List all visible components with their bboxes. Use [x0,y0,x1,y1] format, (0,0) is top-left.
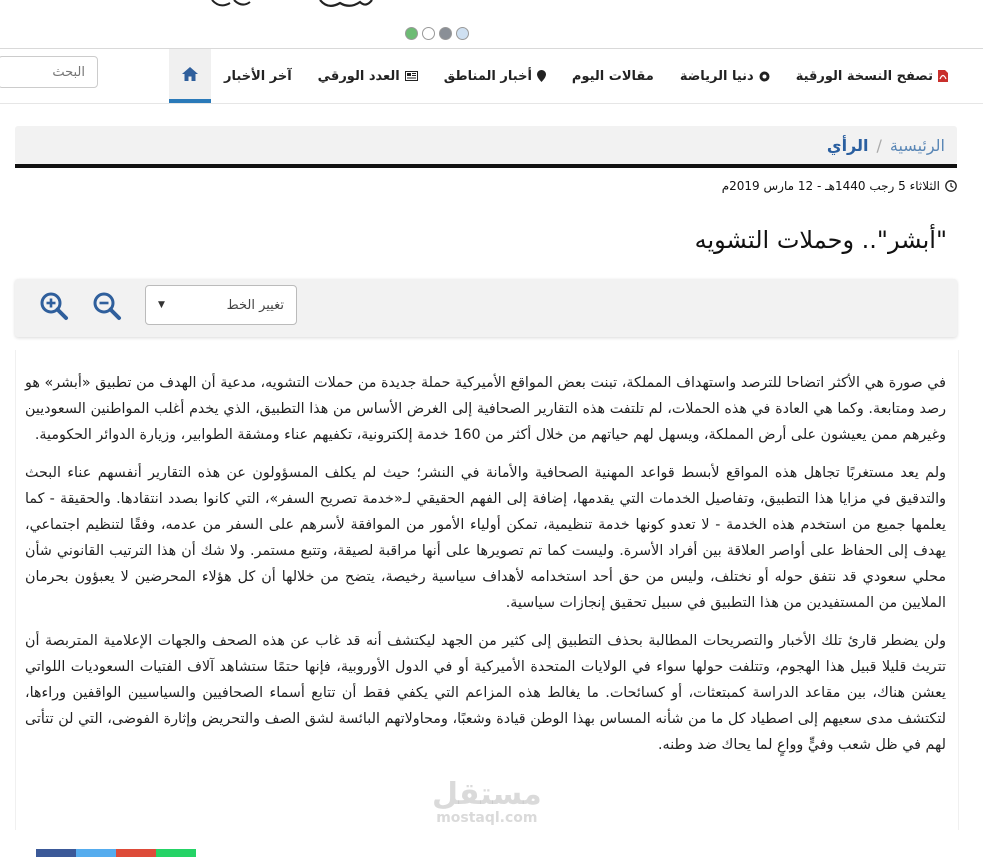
font-select-label: تغيير الخط [226,297,284,313]
breadcrumb-current[interactable]: الرأي [827,136,869,155]
nav-item-label: دنيا الرياضة [679,68,754,84]
twitter-share-button[interactable] [76,849,116,857]
font-toolbar: تغيير الخط ▼ [15,279,957,337]
article-date-text: الثلاثاء 5 رجب 1440هـ - 12 مارس 2019م [721,179,940,193]
nav-item-print-edition[interactable]: العدد الورقي [305,49,431,103]
clock-icon [945,180,957,192]
facebook-share-button[interactable] [36,849,76,857]
nav-item-label: مقالات اليوم [571,68,654,84]
breadcrumb-separator: / [876,135,882,155]
nav-item-sports[interactable]: دنيا الرياضة [667,49,783,103]
google-share-button[interactable] [116,849,156,857]
whatsapp-share-button[interactable] [156,849,196,857]
nav-item-label: أخبار المناطق [443,68,532,84]
article-date: الثلاثاء 5 رجب 1440هـ - 12 مارس 2019م [722,179,957,193]
carousel-dots [405,27,469,40]
map-marker-icon [536,70,546,82]
nav-item-home[interactable] [169,49,212,103]
breadcrumb-home-link[interactable]: الرئيسية [890,136,945,155]
article-body: في صورة هي الأكثر اتضاحا للترصد واستهداف… [25,370,946,770]
section-divider [15,164,957,168]
soccer-ball-icon [759,71,770,81]
nav-item-label: تصفح النسخة الورقية [795,68,933,84]
chevron-down-icon: ▼ [158,300,165,310]
carousel-dot[interactable] [456,27,469,40]
nav-item-label: آخر الأخبار [224,68,292,84]
article-paragraph: في صورة هي الأكثر اتضاحا للترصد واستهداف… [25,375,946,443]
carousel-dot[interactable] [405,27,418,40]
zoom-out-icon [93,292,121,320]
main-navbar: آخر الأخبار العدد الورقي أخبار المناطق م… [0,49,983,104]
zoom-in-icon [40,292,68,320]
zoom-in-button[interactable] [39,291,69,321]
site-logo[interactable] [200,0,400,10]
nav-menu: آخر الأخبار العدد الورقي أخبار المناطق م… [169,49,961,103]
carousel-dot[interactable] [422,27,435,40]
search-input[interactable] [0,56,98,88]
nav-item-latest-news[interactable]: آخر الأخبار [211,49,305,103]
article-paragraph: ولن يضطر قارئ تلك الأخبار والتصريحات الم… [25,633,946,753]
breadcrumb: الرئيسية / الرأي [15,126,957,164]
newspaper-icon [404,71,418,81]
font-select[interactable]: تغيير الخط ▼ [145,285,297,325]
nav-item-regions-news[interactable]: أخبار المناطق [431,49,559,103]
nav-item-todays-articles[interactable]: مقالات اليوم [559,49,667,103]
article-title: "أبشر".. وحملات التشويه [694,226,947,254]
carousel-dot[interactable] [439,27,452,40]
nav-item-browse-print[interactable]: تصفح النسخة الورقية [783,49,961,103]
zoom-out-button[interactable] [92,291,122,321]
home-icon [182,67,199,81]
nav-item-label: العدد الورقي [317,68,400,84]
article-paragraph: ولم يعد مستغربًا تجاهل هذه المواقع لأبسط… [25,465,946,611]
share-bar [36,849,196,857]
pdf-icon [938,70,948,82]
